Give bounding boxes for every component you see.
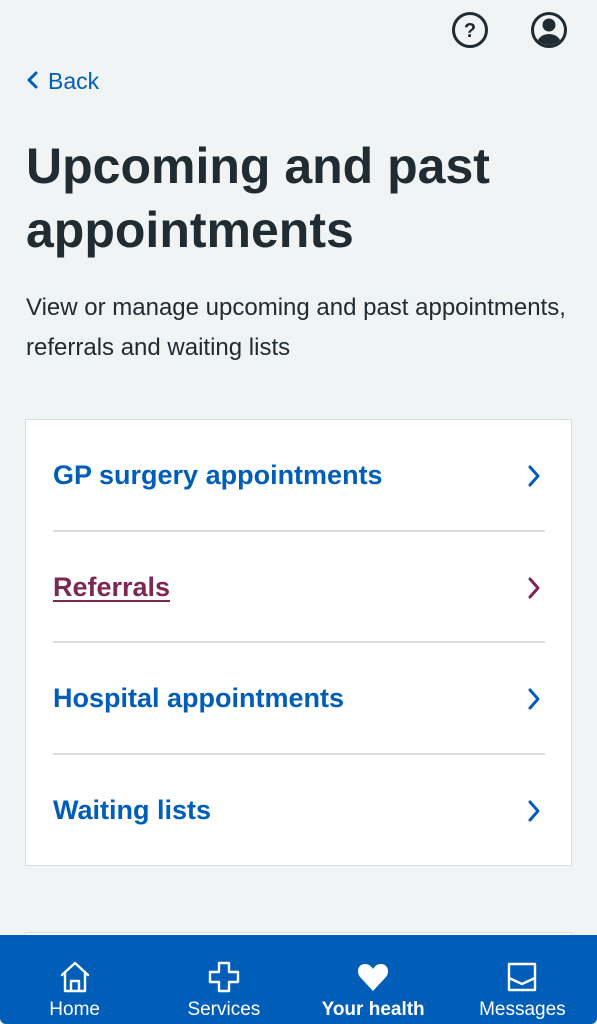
nav-item-messages[interactable]: Messages <box>448 935 597 1024</box>
chevron-right-icon <box>527 686 545 712</box>
top-bar: ? <box>0 0 597 62</box>
back-label: Back <box>48 68 100 94</box>
nav-label: Your health <box>321 999 425 1020</box>
back-link[interactable]: Back <box>26 68 99 95</box>
menu-item-hospital-appointments[interactable]: Hospital appointments <box>53 643 545 754</box>
chevron-right-icon <box>527 798 545 824</box>
menu-item-gp-surgery-appointments[interactable]: GP surgery appointments <box>53 420 545 531</box>
account-icon[interactable] <box>529 10 569 50</box>
inbox-icon <box>505 959 539 995</box>
nav-label: Home <box>49 999 100 1020</box>
page-title: Upcoming and past appointments <box>26 138 490 258</box>
chevron-right-icon <box>527 463 545 489</box>
nav-label: Services <box>187 999 261 1020</box>
plus-icon <box>207 959 241 995</box>
nav-item-home[interactable]: Home <box>0 935 149 1024</box>
menu-item-label: Hospital appointments <box>53 683 345 713</box>
nav-item-your-health[interactable]: Your health <box>299 935 448 1024</box>
bottom-navigation: Home Services Your health Messages <box>0 935 597 1024</box>
svg-text:?: ? <box>464 20 476 42</box>
appointments-menu-card: GP surgery appointments Referrals Hospit… <box>25 419 572 866</box>
nav-label: Messages <box>479 999 566 1020</box>
menu-item-label: GP surgery appointments <box>53 460 383 490</box>
chevron-right-icon <box>527 575 545 601</box>
home-icon <box>58 959 92 995</box>
nav-item-services[interactable]: Services <box>149 935 298 1024</box>
menu-item-waiting-lists[interactable]: Waiting lists <box>53 755 545 866</box>
heart-icon <box>356 959 390 995</box>
help-icon[interactable]: ? <box>450 10 490 50</box>
menu-item-referrals[interactable]: Referrals <box>53 532 545 643</box>
menu-item-label: Referrals <box>53 572 171 602</box>
page-intro: View or manage upcoming and past appoint… <box>26 294 566 361</box>
chevron-left-icon <box>26 68 38 95</box>
menu-item-label: Waiting lists <box>53 795 212 825</box>
